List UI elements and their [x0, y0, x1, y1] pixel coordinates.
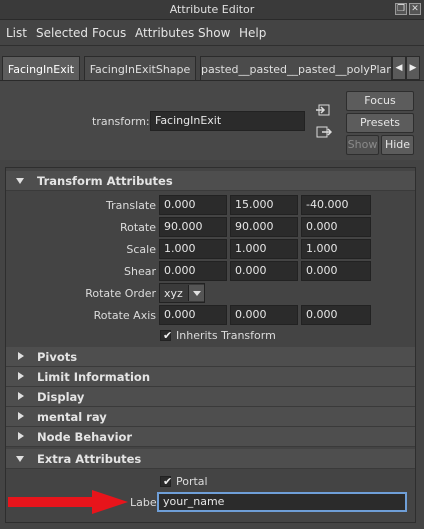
rotate-axis-z-field[interactable]: 0.000 [301, 305, 371, 325]
rotate-y-field[interactable]: 90.000 [230, 217, 298, 237]
rotate-z-field[interactable]: 0.000 [301, 217, 371, 237]
section-title: Transform Attributes [37, 174, 173, 188]
rotate-label: Rotate [119, 221, 156, 234]
transform-name-field[interactable]: FacingInExit [150, 111, 305, 131]
shear-x-field[interactable]: 0.000 [159, 261, 227, 281]
focus-button[interactable]: Focus [346, 91, 414, 111]
check-icon: ✔ [163, 329, 173, 342]
section-node-behavior[interactable]: Node Behavior [6, 427, 415, 447]
section-extra-attributes[interactable]: Extra Attributes [6, 449, 415, 469]
check-icon: ✔ [163, 475, 173, 488]
node-header: transform: FacingInExit Focus Presets Sh… [0, 80, 424, 160]
section-title: mental ray [37, 410, 107, 424]
window-title: Attribute Editor [169, 3, 255, 16]
rotate-axis-label: Rotate Axis [93, 309, 156, 322]
collapsed-arrow-icon [18, 372, 24, 380]
section-title: Pivots [37, 350, 78, 364]
tab-scroll-right-icon[interactable]: ▶ [406, 56, 420, 80]
chevron-down-icon [188, 285, 204, 301]
section-title: Node Behavior [37, 430, 133, 444]
presets-button[interactable]: Presets [346, 113, 414, 133]
rotate-x-field[interactable]: 90.000 [159, 217, 227, 237]
section-title: Display [37, 390, 85, 404]
menu-focus[interactable]: Focus [92, 26, 126, 40]
title-bar: Attribute Editor ❐ ✕ [0, 0, 424, 20]
scale-label: Scale [126, 243, 156, 256]
tab-facinginexit[interactable]: FacingInExit [2, 56, 80, 80]
section-title: Extra Attributes [37, 452, 142, 466]
menu-selected[interactable]: Selected [36, 26, 88, 40]
section-mental-ray[interactable]: mental ray [6, 407, 415, 427]
scale-z-field[interactable]: 1.000 [301, 239, 371, 259]
inherits-transform-checkbox[interactable]: ✔ [160, 329, 173, 342]
attribute-sections: Transform Attributes Translate 0.000 15.… [5, 167, 416, 523]
section-pivots[interactable]: Pivots [6, 347, 415, 367]
scale-y-field[interactable]: 1.000 [230, 239, 298, 259]
menu-help[interactable]: Help [239, 26, 266, 40]
shear-label: Shear [124, 265, 156, 278]
input-connection-icon[interactable] [316, 103, 332, 117]
rotate-order-dropdown[interactable]: xyz [159, 283, 205, 303]
translate-z-field[interactable]: -40.000 [301, 195, 371, 215]
shear-y-field[interactable]: 0.000 [230, 261, 298, 281]
scale-x-field[interactable]: 1.000 [159, 239, 227, 259]
translate-y-field[interactable]: 15.000 [230, 195, 298, 215]
translate-x-field[interactable]: 0.000 [159, 195, 227, 215]
portal-label: Portal [176, 475, 208, 488]
section-display[interactable]: Display [6, 387, 415, 407]
collapsed-arrow-icon [18, 352, 24, 360]
close-icon[interactable]: ✕ [409, 3, 421, 15]
rotate-order-value: xyz [164, 287, 183, 300]
show-button[interactable]: Show [346, 135, 379, 155]
rotate-axis-y-field[interactable]: 0.000 [230, 305, 298, 325]
red-arrow-icon [8, 490, 128, 514]
menu-attributes[interactable]: Attributes [135, 26, 194, 40]
expanded-arrow-icon [16, 456, 24, 462]
translate-label: Translate [106, 199, 156, 212]
output-connection-icon[interactable] [316, 125, 333, 139]
collapsed-arrow-icon [18, 432, 24, 440]
tab-facinginexitshape[interactable]: FacingInExitShape [84, 56, 196, 80]
expanded-arrow-icon [16, 178, 24, 184]
rotate-axis-x-field[interactable]: 0.000 [159, 305, 227, 325]
menu-show[interactable]: Show [198, 26, 230, 40]
shear-z-field[interactable]: 0.000 [301, 261, 371, 281]
inherits-transform-label: Inherits Transform [176, 329, 276, 342]
menu-list[interactable]: List [6, 26, 27, 40]
section-limit-information[interactable]: Limit Information [6, 367, 415, 387]
float-window-icon[interactable]: ❐ [395, 3, 407, 15]
label-label: Label [130, 496, 160, 509]
node-tabs: FacingInExit FacingInExitShape pasted__p… [0, 56, 424, 80]
hide-button[interactable]: Hide [381, 135, 414, 155]
label-field[interactable]: your_name [157, 492, 407, 512]
portal-checkbox[interactable]: ✔ [160, 475, 173, 488]
transform-label: transform: [92, 115, 150, 128]
section-title: Limit Information [37, 370, 151, 384]
collapsed-arrow-icon [18, 412, 24, 420]
menu-bar: List Selected Focus Attributes Show Help [0, 20, 424, 46]
tab-scroll-left-icon[interactable]: ◀ [392, 56, 406, 80]
collapsed-arrow-icon [18, 392, 24, 400]
rotate-order-label: Rotate Order [85, 287, 156, 300]
section-transform-attributes[interactable]: Transform Attributes [6, 171, 415, 191]
tab-pasted-polyplane[interactable]: pasted__pasted__pasted__polyPlane [200, 56, 392, 80]
